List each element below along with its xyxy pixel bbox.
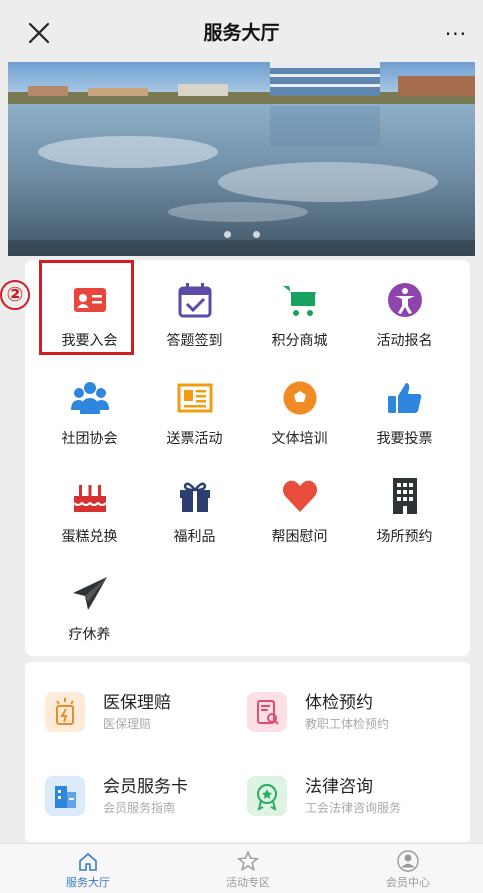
service-title: 医保理赔	[103, 693, 171, 713]
calendar-check-icon	[178, 283, 211, 318]
carousel-indicator	[8, 223, 475, 242]
medical-claim-icon	[45, 692, 85, 732]
soccer-ball-icon	[281, 380, 318, 416]
tab-label: 活动专区	[226, 876, 270, 889]
grid-item-label: 我要投票	[376, 431, 433, 447]
tab-2[interactable]: 活动专区	[188, 850, 308, 890]
grid-item-label: 蛋糕兑换	[61, 529, 118, 545]
grid-item-label: 活动报名	[376, 333, 433, 349]
grid-item-3[interactable]: 积分商城	[247, 260, 352, 360]
tab-1[interactable]: 服务大厅	[28, 850, 148, 890]
tab-label: 会员中心	[386, 876, 430, 889]
service-card-icon	[45, 776, 85, 816]
checkup-icon	[247, 692, 287, 732]
carousel-dot[interactable]	[252, 231, 260, 238]
annotation-marker: ②	[0, 280, 30, 310]
tab-3[interactable]: 会员中心	[348, 850, 468, 890]
grid-item-label: 福利品	[173, 529, 216, 545]
star-icon	[237, 850, 259, 872]
quick-services-card: 医保理赔 医保理赔 体检预约 教职工体检预约 会员服务卡 会员服务指南 法律咨询 工会法律咨询…	[25, 662, 470, 842]
home-icon	[79, 852, 97, 871]
grid-item-12[interactable]: 场所预约	[352, 456, 457, 556]
carousel-dot[interactable]	[223, 231, 231, 238]
tab-bar: 服务大厅 活动专区 会员中心	[0, 843, 483, 893]
grid-item-2[interactable]: 答题签到	[142, 260, 247, 360]
grid-item-label: 社团协会	[61, 431, 118, 447]
tab-label: 服务大厅	[66, 876, 110, 889]
grid-item-label: 疗休养	[68, 627, 111, 643]
service-subtitle: 会员服务指南	[103, 801, 176, 815]
cake-icon	[72, 485, 107, 512]
grid-item-label: 答题签到	[166, 333, 223, 349]
newspaper-icon	[177, 383, 212, 413]
grid-item-7[interactable]: 文体培训	[247, 358, 352, 458]
service-item-2[interactable]: 体检预约教职工体检预约	[247, 684, 447, 744]
page: 服务大厅 ··· 我要入会 答题签到 积分商城 活动报名 社团协会 送票活动 文…	[0, 0, 483, 893]
grid-item-4[interactable]: 活动报名	[352, 260, 457, 360]
grid-item-label: 积分商城	[271, 333, 328, 349]
shopping-cart-icon	[282, 286, 316, 316]
banner-carousel[interactable]	[8, 62, 475, 256]
grid-item-6[interactable]: 送票活动	[142, 358, 247, 458]
gift-icon	[179, 482, 210, 512]
building-icon	[392, 478, 417, 514]
service-subtitle: 医保理赔	[103, 717, 152, 731]
grid-item-label: 场所预约	[376, 529, 433, 545]
more-menu-button[interactable]: ···	[445, 22, 467, 46]
grid-item-10[interactable]: 福利品	[142, 456, 247, 556]
service-title: 法律咨询	[305, 777, 373, 797]
service-title: 体检预约	[305, 693, 373, 713]
service-item-1[interactable]: 医保理赔 医保理赔	[45, 684, 245, 744]
grid-item-label: 帮困慰问	[271, 529, 328, 545]
service-item-3[interactable]: 会员服务卡会员服务指南	[45, 768, 245, 828]
group-icon	[70, 382, 109, 414]
user-icon	[397, 850, 419, 872]
service-item-4[interactable]: 法律咨询工会法律咨询服务	[247, 768, 447, 828]
grid-item-label: 送票活动	[166, 431, 223, 447]
legal-icon	[247, 776, 287, 816]
top-bar: 服务大厅 ···	[0, 0, 483, 62]
service-subtitle: 工会法律咨询服务	[305, 801, 402, 815]
thumbs-up-icon	[387, 383, 421, 413]
grid-item-8[interactable]: 我要投票	[352, 358, 457, 458]
grid-item-13[interactable]: 疗休养	[37, 554, 142, 654]
grid-item-label: 文体培训	[271, 431, 328, 447]
page-title: 服务大厅	[203, 22, 280, 44]
annotation-highlight-box	[39, 260, 134, 355]
grid-item-5[interactable]: 社团协会	[37, 358, 142, 458]
grid-item-11[interactable]: 帮困慰问	[247, 456, 352, 556]
service-subtitle: 教职工体检预约	[305, 717, 390, 731]
accessibility-icon	[387, 283, 422, 317]
service-title: 会员服务卡	[103, 777, 188, 797]
paper-plane-icon	[72, 577, 107, 610]
grid-item-9[interactable]: 蛋糕兑换	[37, 456, 142, 556]
heart-icon	[282, 480, 317, 512]
